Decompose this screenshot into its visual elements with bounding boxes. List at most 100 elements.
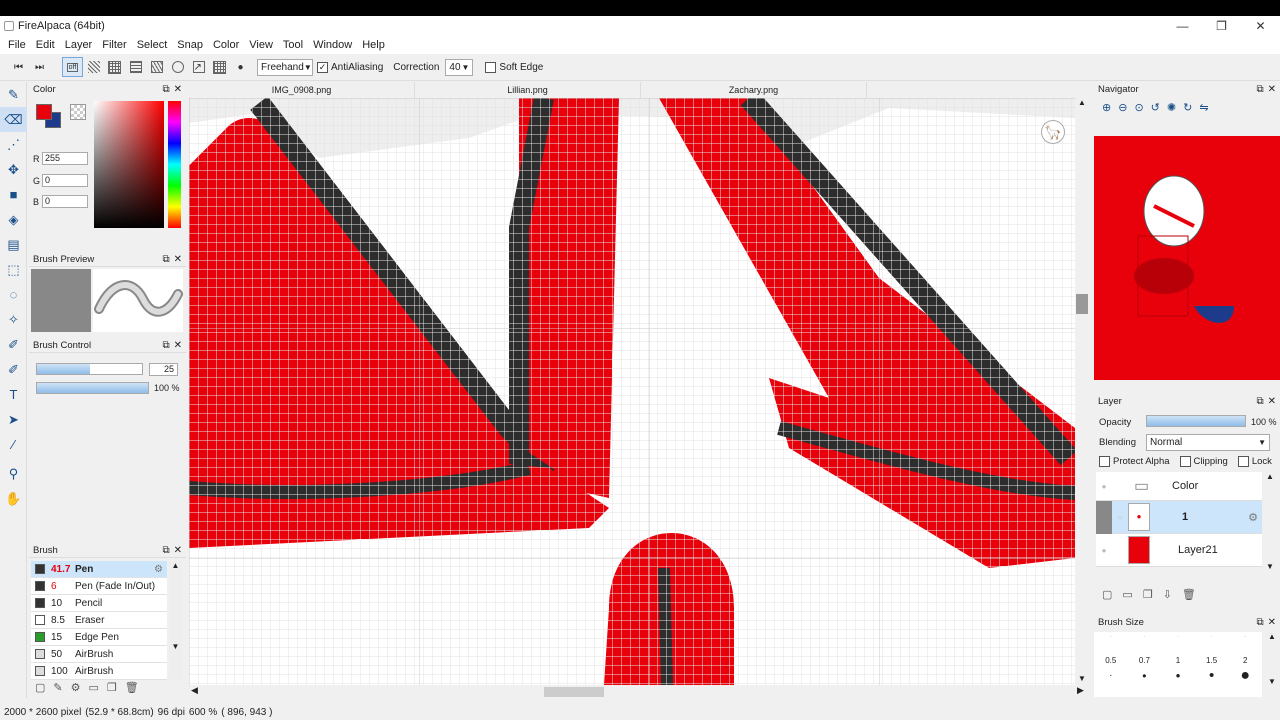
brush-item[interactable]: 100 AirBrush [31,663,167,680]
dot-tool-icon[interactable]: ⋰ [0,132,27,157]
zoom-fit-icon[interactable]: ⊙ [1134,101,1143,114]
zoom-out-icon[interactable]: ⊖ [1118,101,1127,114]
snap-circle-icon[interactable] [167,57,188,77]
scroll-down-icon[interactable]: ▼ [1075,674,1089,683]
r-input[interactable]: 255 [42,152,88,165]
float-icon[interactable]: ⧉ [1256,396,1263,407]
snap-grid-icon[interactable] [104,57,125,77]
brush-item[interactable]: 8.5 Eraser [31,612,167,629]
float-icon[interactable]: ⧉ [162,545,169,556]
duplicate-icon[interactable]: ❐ [107,681,117,694]
brush-item[interactable]: 6 Pen (Fade In/Out) [31,578,167,595]
correction-select[interactable]: 40 ▼ [445,58,474,76]
g-input[interactable]: 0 [42,174,88,187]
prev-icon[interactable]: ⏮ [8,57,29,77]
rotate-left-icon[interactable]: ↺ [1151,101,1160,114]
antialiasing-checkbox[interactable]: ✓ [317,61,328,73]
brush-item[interactable]: 50 AirBrush [31,646,167,663]
float-icon[interactable]: ⧉ [1256,617,1263,628]
snap-off-button[interactable]: off [62,57,83,77]
menu-help[interactable]: Help [357,39,390,51]
flip-icon[interactable]: ⇋ [1199,101,1208,114]
brush-settings-icon[interactable]: ⚙ [71,681,81,694]
brush-size-option[interactable]: · 0.5 · [1094,632,1128,697]
tab-img-0908[interactable]: IMG_0908.png [189,82,415,98]
layer-row[interactable]: ● Layer21 [1096,534,1262,567]
brush-size-scrollbar[interactable]: ▲ ▼ [1266,632,1278,697]
divide-tool-icon[interactable]: ⁄ [0,432,27,457]
clipping-checkbox[interactable] [1179,456,1191,467]
text-tool-icon[interactable]: T [0,382,27,407]
next-icon[interactable]: ⏭ [29,57,50,77]
pen-tool-icon[interactable]: ✎ [0,82,27,107]
select-eraser-tool-icon[interactable]: ✐ [0,357,27,382]
float-icon[interactable]: ⧉ [162,340,169,351]
layer-settings-icon[interactable]: ⚙ [1248,511,1258,524]
tab-lillian[interactable]: Lillian.png [415,82,641,98]
eraser-tool-icon[interactable]: ⌫ [0,107,27,132]
brush-size-input[interactable]: 25 [149,363,178,376]
brush-list-scrollbar[interactable]: ▲ ▼ [169,561,182,679]
scroll-right-icon[interactable]: ▶ [1077,685,1084,696]
b-input[interactable]: 0 [42,195,88,208]
brush-size-option[interactable]: · 0.7 • [1128,632,1162,697]
tab-zachary[interactable]: Zachary.png [641,82,867,98]
drawing-canvas[interactable]: 🦙 [189,98,1075,685]
brush-size-slider[interactable] [36,363,143,375]
brush-item[interactable]: 15 Edge Pen [31,629,167,646]
operation-tool-icon[interactable]: ➤ [0,407,27,432]
close-icon[interactable]: ✕ [174,340,182,351]
menu-window[interactable]: Window [308,39,357,51]
snap-radial-icon[interactable] [146,57,167,77]
rotate-reset-icon[interactable]: ✺ [1167,101,1176,114]
saturation-value-picker[interactable] [94,101,164,228]
folder-icon[interactable]: ▭ [89,681,99,694]
menu-select[interactable]: Select [132,39,173,51]
menu-filter[interactable]: Filter [97,39,131,51]
menu-tool[interactable]: Tool [278,39,308,51]
float-icon[interactable]: ⧉ [162,84,169,95]
stroke-mode-select[interactable]: Freehand ▼ [257,58,313,76]
new-layer-icon[interactable]: ▢ [1102,588,1112,601]
close-icon[interactable]: ✕ [174,545,182,556]
brush-size-option[interactable]: · 1.5 • [1195,632,1229,697]
select-pen-tool-icon[interactable]: ✐ [0,332,27,357]
transparent-color[interactable] [70,104,86,120]
blending-select[interactable]: Normal ▼ [1146,434,1270,451]
visibility-icon[interactable]: ● [1096,482,1112,491]
lasso-tool-icon[interactable]: ◌ [0,282,27,307]
snap-curve-icon[interactable]: ↗ [188,57,209,77]
maximize-button[interactable]: ❐ [1202,16,1241,36]
layer-list-scrollbar[interactable]: ▲ ▼ [1264,472,1276,582]
menu-file[interactable]: File [3,39,31,51]
layer-opacity-slider[interactable] [1146,415,1246,427]
menu-view[interactable]: View [244,39,278,51]
rect-fill-tool-icon[interactable]: ■ [0,182,27,207]
close-icon[interactable]: ✕ [174,254,182,265]
snap-parallel-icon[interactable] [83,57,104,77]
visibility-icon[interactable] [1096,500,1112,534]
visibility-icon[interactable]: ● [1096,546,1112,555]
canvas-horizontal-scrollbar[interactable]: ◀ ▶ [189,685,1089,699]
brush-item-selected[interactable]: 41.7 Pen ⚙ [31,561,167,578]
brush-opacity-slider[interactable] [36,382,149,394]
duplicate-layer-icon[interactable]: ❐ [1143,588,1153,601]
eyedropper-tool-icon[interactable]: ⚲ [0,461,27,486]
layer-row-folder[interactable]: ● ▭ Color [1096,472,1262,501]
color-swatches[interactable] [33,102,86,132]
merge-layer-icon[interactable]: ⇩ [1163,588,1172,601]
gradient-tool-icon[interactable]: ▤ [0,232,27,257]
delete-layer-icon[interactable]: 🗑 [1182,588,1196,601]
new-folder-icon[interactable]: ▭ [1122,588,1132,601]
minimize-button[interactable]: — [1163,16,1202,36]
layer-row-selected[interactable]: ○ ● 1 ⚙ [1096,500,1262,534]
snap-3d-icon[interactable] [209,57,230,77]
soft-edge-checkbox[interactable] [485,61,497,73]
magic-wand-tool-icon[interactable]: ✧ [0,307,27,332]
brush-settings-icon[interactable]: ⚙ [154,564,163,575]
snap-dot-icon[interactable]: ● [230,57,251,77]
brush-size-option[interactable]: · 1 • [1161,632,1195,697]
lock-checkbox[interactable] [1237,456,1249,467]
hand-tool-icon[interactable]: ✋ [0,486,27,511]
snap-cross-icon[interactable] [125,57,146,77]
